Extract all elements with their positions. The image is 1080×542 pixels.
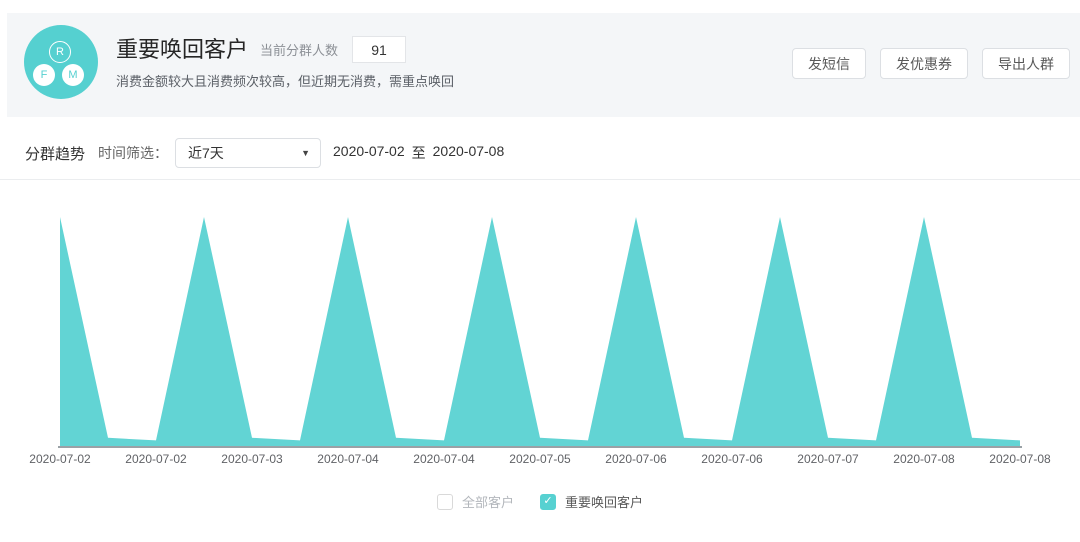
section-divider <box>0 179 1080 180</box>
x-axis-label: 2020-07-08 <box>893 452 955 466</box>
x-axis-label: 2020-07-07 <box>797 452 859 466</box>
avatar-letter-r: R <box>49 41 71 63</box>
x-axis-label: 2020-07-02 <box>125 452 187 466</box>
date-end: 2020-07-08 <box>432 143 505 159</box>
avatar-letter-m: M <box>62 64 84 86</box>
check-icon: ✓ <box>543 495 553 507</box>
time-filter-value: 近7天 <box>188 145 224 161</box>
x-axis-label: 2020-07-04 <box>413 452 475 466</box>
time-filter-label: 时间筛选： <box>98 145 169 161</box>
page-title: 重要唤回客户 <box>116 36 249 62</box>
section-title-trend: 分群趋势 <box>25 145 86 163</box>
legend-item-all-customers[interactable]: 全部客户 <box>436 492 514 511</box>
send-sms-button[interactable]: 发短信 <box>792 48 866 79</box>
x-axis-line <box>58 446 1022 448</box>
caret-down-icon: ▼ <box>301 148 311 158</box>
time-filter-select[interactable]: 近7天 ▼ <box>175 138 322 168</box>
date-start: 2020-07-02 <box>333 143 405 159</box>
date-range: 2020-07-02 至 2020-07-08 <box>333 143 504 163</box>
trend-chart-canvas <box>58 217 1022 448</box>
segment-avatar-rfm: R F M <box>24 25 98 99</box>
avatar-letter-f: F <box>33 64 55 86</box>
date-separator: 至 <box>411 145 426 161</box>
segment-info: 重要唤回客户 当前分群人数 91 消费金额较大且消费频次较高，但近期无消费，需重… <box>116 36 454 90</box>
trend-area-series <box>60 217 1020 448</box>
header-actions: 发短信 发优惠券 导出人群 <box>792 48 1070 79</box>
x-axis-label: 2020-07-05 <box>509 452 571 466</box>
segment-count-label: 当前分群人数 <box>260 43 339 58</box>
legend-checkbox-recall-customers[interactable]: ✓ <box>540 493 556 510</box>
x-axis-label: 2020-07-06 <box>701 452 763 466</box>
x-axis-label: 2020-07-06 <box>605 452 667 466</box>
legend-label-recall-customers: 重要唤回客户 <box>565 495 644 510</box>
x-axis-label: 2020-07-02 <box>29 452 91 466</box>
segment-header: R F M 重要唤回客户 当前分群人数 91 消费金额较大且消费频次较高，但近期… <box>7 13 1080 117</box>
segment-description: 消费金额较大且消费频次较高，但近期无消费，需重点唤回 <box>116 74 455 89</box>
legend-item-recall-customers[interactable]: ✓ 重要唤回客户 <box>540 492 643 511</box>
send-coupon-button[interactable]: 发优惠券 <box>880 48 968 79</box>
x-axis-label: 2020-07-08 <box>989 452 1051 466</box>
export-audience-button[interactable]: 导出人群 <box>982 48 1070 79</box>
x-axis-label: 2020-07-03 <box>221 452 283 466</box>
trend-chart: 2020-07-02 2020-07-02 2020-07-03 2020-07-04… <box>0 190 1080 474</box>
x-axis-label: 2020-07-04 <box>317 452 379 466</box>
chart-legend: 全部客户 ✓ 重要唤回客户 <box>0 492 1080 511</box>
trend-filter-row: 分群趋势 时间筛选： 近7天 ▼ 2020-07-02 至 2020-07-08 <box>25 138 1080 168</box>
legend-checkbox-all-customers[interactable] <box>436 493 453 510</box>
legend-label-all-customers: 全部客户 <box>461 495 514 510</box>
segment-count-input[interactable]: 91 <box>352 36 407 63</box>
